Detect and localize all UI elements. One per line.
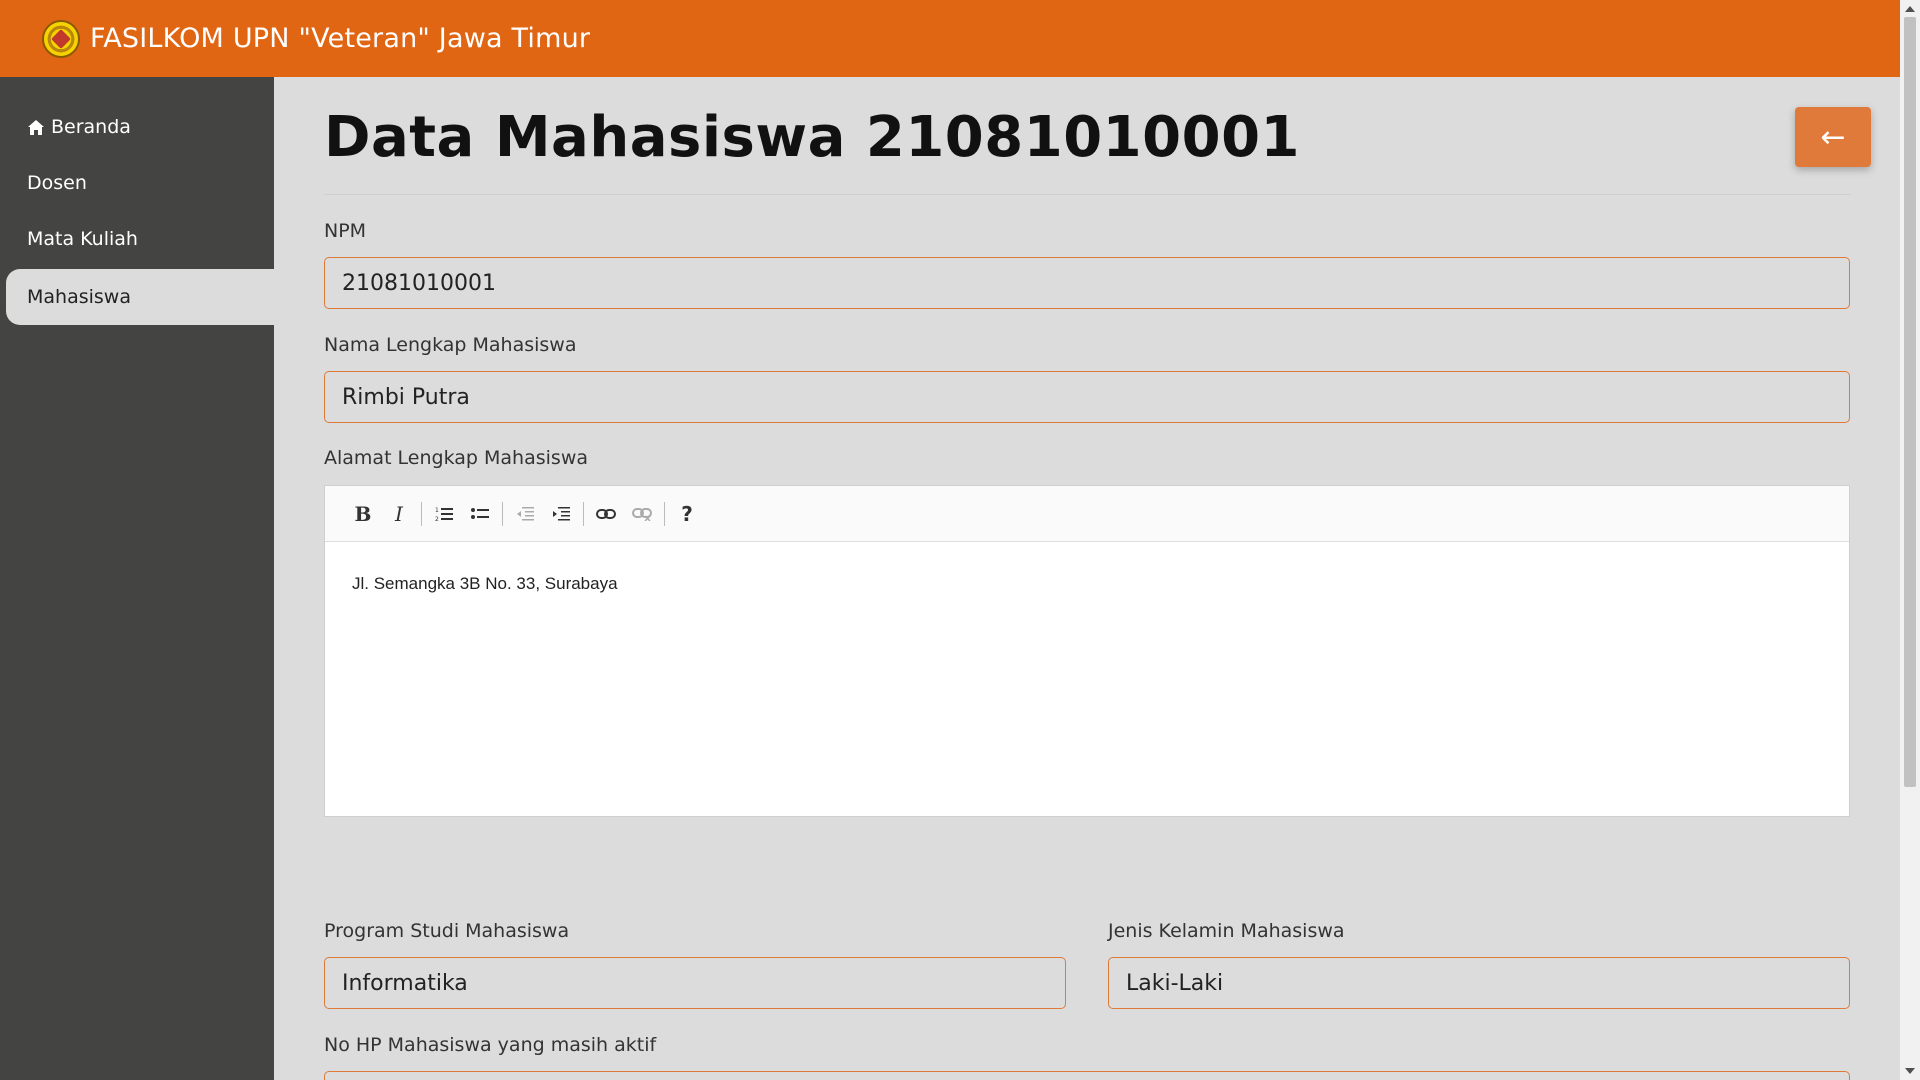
npm-field[interactable] <box>324 257 1850 309</box>
bold-icon: B <box>354 501 372 526</box>
bold-button[interactable]: B <box>345 496 381 532</box>
svg-text:2: 2 <box>435 516 439 522</box>
gender-field[interactable] <box>1108 957 1850 1009</box>
sidebar-item-label: Beranda <box>51 116 131 138</box>
main-content: Data Mahasiswa 21081010001 ← NPM Nama Le… <box>274 77 1900 1080</box>
address-label: Alamat Lengkap Mahasiswa <box>324 447 588 469</box>
sidebar-item-dosen[interactable]: Dosen <box>0 155 274 211</box>
name-field[interactable] <box>324 371 1850 423</box>
sidebar-item-label: Dosen <box>27 172 87 194</box>
unlink-button[interactable] <box>624 496 660 532</box>
editor-content[interactable]: Jl. Semangka 3B No. 33, Surabaya <box>325 542 1849 626</box>
toolbar-separator <box>502 501 503 526</box>
arrow-left-icon: ← <box>1820 119 1846 155</box>
name-label: Nama Lengkap Mahasiswa <box>324 334 577 356</box>
help-button[interactable]: ? <box>669 496 705 532</box>
scroll-up-icon[interactable] <box>1905 6 1915 12</box>
outdent-button[interactable] <box>507 496 543 532</box>
sidebar-item-mata-kuliah[interactable]: Mata Kuliah <box>0 211 274 267</box>
editor-toolbar: B I 12 ? <box>325 486 1849 542</box>
back-button[interactable]: ← <box>1795 107 1871 167</box>
link-button[interactable] <box>588 496 624 532</box>
address-text: Jl. Semangka 3B No. 33, Surabaya <box>352 574 618 593</box>
italic-icon: I <box>395 501 403 526</box>
link-icon <box>596 508 616 519</box>
vertical-scrollbar[interactable] <box>1900 0 1920 1080</box>
phone-field[interactable] <box>324 1071 1850 1080</box>
toolbar-separator <box>664 501 665 526</box>
scroll-thumb[interactable] <box>1904 17 1916 787</box>
prodi-label: Program Studi Mahasiswa <box>324 920 570 942</box>
gender-label: Jenis Kelamin Mahasiswa <box>1108 920 1345 942</box>
address-editor: B I 12 ? Jl. Semangka 3B No. 33, Surabay… <box>324 485 1850 817</box>
sidebar-item-label: Mata Kuliah <box>27 228 138 250</box>
divider <box>324 194 1851 195</box>
university-logo-icon[interactable] <box>42 19 80 58</box>
svg-text:1: 1 <box>435 507 439 514</box>
brand-title[interactable]: FASILKOM UPN "Veteran" Jawa Timur <box>90 23 590 54</box>
top-navbar: FASILKOM UPN "Veteran" Jawa Timur <box>0 0 1900 77</box>
toolbar-separator <box>421 501 422 526</box>
scroll-down-icon[interactable] <box>1905 1068 1915 1074</box>
indent-icon <box>553 506 570 520</box>
ordered-list-icon: 12 <box>435 507 453 522</box>
ordered-list-button[interactable]: 12 <box>426 496 462 532</box>
page-title: Data Mahasiswa 21081010001 <box>324 105 1300 170</box>
italic-button[interactable]: I <box>381 496 417 532</box>
toolbar-separator <box>583 501 584 526</box>
help-icon: ? <box>681 501 693 526</box>
unlink-icon <box>632 507 652 521</box>
sidebar-item-beranda[interactable]: Beranda <box>0 99 274 155</box>
home-icon <box>27 119 45 136</box>
bullet-list-button[interactable] <box>462 496 498 532</box>
outdent-icon <box>517 506 534 520</box>
prodi-field[interactable] <box>324 957 1066 1009</box>
indent-button[interactable] <box>543 496 579 532</box>
npm-label: NPM <box>324 220 367 242</box>
bullet-list-icon <box>471 507 489 519</box>
sidebar-item-mahasiswa[interactable]: Mahasiswa <box>6 269 274 325</box>
sidebar-item-label: Mahasiswa <box>27 286 131 308</box>
phone-label: No HP Mahasiswa yang masih aktif <box>324 1034 657 1056</box>
sidebar: Beranda Dosen Mata Kuliah Mahasiswa <box>0 77 274 1080</box>
